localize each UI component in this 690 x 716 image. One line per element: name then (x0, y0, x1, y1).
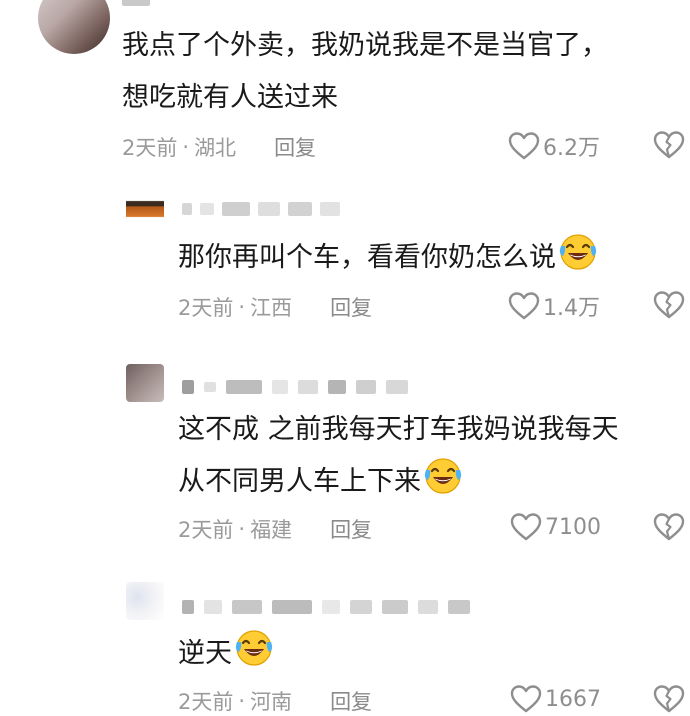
comment-location: 湖北 (194, 136, 237, 160)
comment-text-line: 我点了个外卖，我奶说我是不是当官了， (122, 30, 608, 61)
username-blurred[interactable] (122, 0, 150, 6)
comment-meta: 2天前 · 福建 回复 (178, 514, 372, 544)
heart-outline-icon (508, 291, 540, 321)
comment-meta: 2天前 · 湖北 回复 (122, 132, 316, 162)
heart-outline-icon (510, 512, 542, 542)
broken-heart-icon[interactable] (653, 512, 685, 542)
reply-button[interactable]: 回复 (274, 132, 316, 162)
meta-separator: · (238, 517, 246, 541)
like-count: 1667 (545, 686, 601, 712)
comment-text-line: 逆天 (178, 638, 232, 669)
avatar[interactable] (126, 190, 164, 228)
heart-outline-icon (508, 131, 540, 161)
comment-location: 福建 (250, 518, 293, 542)
like-button[interactable]: 6.2万 (508, 130, 600, 162)
like-count: 7100 (545, 514, 601, 540)
avatar[interactable] (126, 364, 164, 402)
comment-meta: 2天前 · 江西 回复 (178, 292, 372, 322)
username-blurred[interactable] (182, 600, 470, 614)
laughing-crying-emoji-icon (423, 456, 463, 496)
like-count: 1.4万 (543, 296, 600, 321)
comment-location: 河南 (250, 690, 293, 714)
laughing-crying-emoji-icon (558, 232, 598, 272)
broken-heart-icon[interactable] (653, 290, 685, 320)
like-count: 6.2万 (543, 136, 600, 161)
comment-text: 这不成 之前我每天打车我妈说我每天 从不同男人车上下来 (178, 404, 619, 508)
laughing-crying-emoji-icon (234, 628, 274, 668)
reply-button[interactable]: 回复 (330, 292, 372, 322)
username-blurred[interactable] (182, 202, 340, 216)
like-button[interactable]: 1667 (510, 684, 601, 714)
broken-heart-icon[interactable] (653, 684, 685, 714)
comment-text-line: 从不同男人车上下来 (178, 466, 421, 497)
avatar[interactable] (38, 0, 110, 54)
comment-location: 江西 (250, 296, 293, 320)
comment-text: 逆天 (178, 628, 274, 680)
like-button[interactable]: 1.4万 (508, 290, 600, 322)
avatar[interactable] (126, 582, 164, 620)
comment-time: 2天前 (122, 136, 178, 160)
reply-button[interactable]: 回复 (330, 686, 372, 716)
meta-separator: · (238, 689, 246, 713)
meta-separator: · (238, 295, 246, 319)
comment-text-line: 这不成 之前我每天打车我妈说我每天 (178, 414, 619, 445)
comment-text-line: 想吃就有人送过来 (122, 82, 338, 113)
like-button[interactable]: 7100 (510, 512, 601, 542)
comment-text: 我点了个外卖，我奶说我是不是当官了， 想吃就有人送过来 (122, 20, 608, 124)
broken-heart-icon[interactable] (653, 130, 685, 160)
comment-time: 2天前 (178, 690, 234, 714)
comment-text: 那你再叫个车，看看你奶怎么说 (178, 232, 598, 284)
comment-meta: 2天前 · 河南 回复 (178, 686, 372, 716)
meta-separator: · (182, 135, 190, 159)
comment-time: 2天前 (178, 518, 234, 542)
username-blurred[interactable] (182, 380, 408, 394)
reply-button[interactable]: 回复 (330, 514, 372, 544)
comment-text-line: 那你再叫个车，看看你奶怎么说 (178, 242, 556, 273)
heart-outline-icon (510, 684, 542, 714)
comment-time: 2天前 (178, 296, 234, 320)
